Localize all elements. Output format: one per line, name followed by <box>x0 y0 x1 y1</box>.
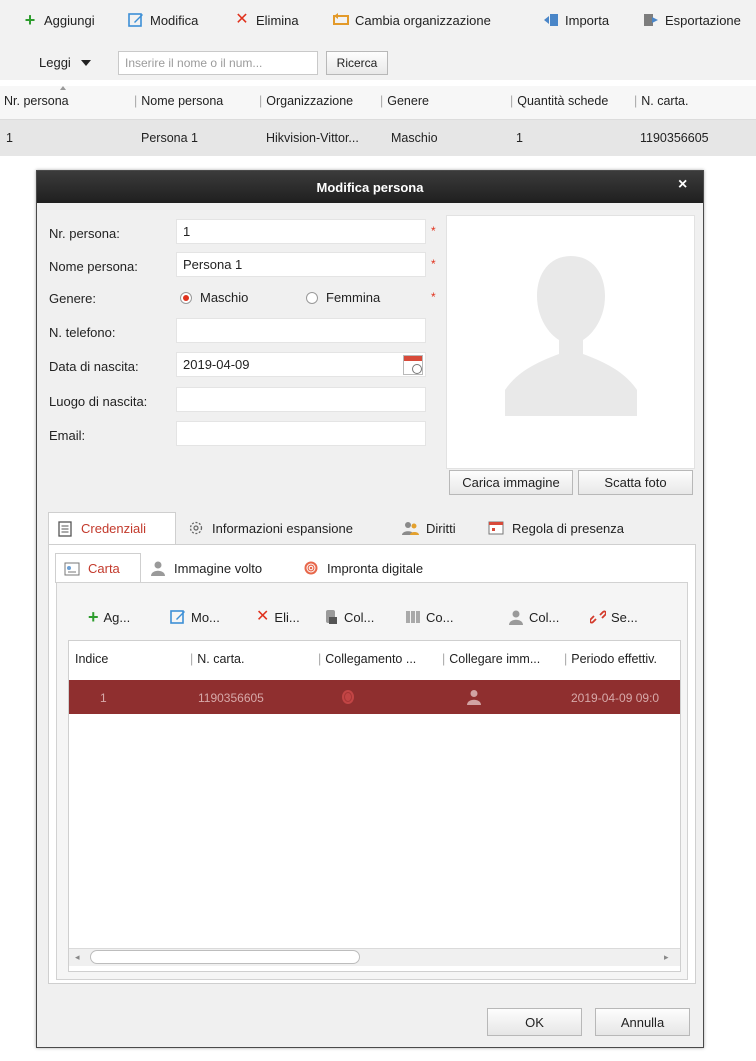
plus-icon: + <box>24 10 36 30</box>
cell-validity-period: 2019-04-09 09:0 <box>571 691 660 705</box>
radio-unselected-icon <box>306 291 318 304</box>
users-icon <box>402 520 419 536</box>
delete-card-button[interactable]: ✕ Eli... <box>256 609 300 625</box>
tab-card[interactable]: Carta <box>55 553 141 583</box>
edit-icon <box>128 12 144 28</box>
tab-credentials[interactable]: Credenziali <box>48 512 176 544</box>
cell-card-count: 1 <box>516 131 523 145</box>
tab-face-image[interactable]: Immagine volto <box>150 553 262 583</box>
calendar-icon[interactable] <box>403 355 423 375</box>
add-button[interactable]: + Aggiungi <box>22 10 95 30</box>
card-icon <box>64 561 80 577</box>
link-broken-icon <box>589 609 607 625</box>
tab-expansion-info[interactable]: Informazioni espansione <box>188 512 353 544</box>
required-mark: * <box>431 257 436 271</box>
person-no-field[interactable]: 1 <box>176 219 426 244</box>
fingerprint-icon <box>341 689 355 708</box>
ok-button[interactable]: OK <box>487 1008 582 1036</box>
person-icon <box>150 560 166 576</box>
column-header-person-name[interactable]: | Nome persona <box>134 94 223 108</box>
phone-label: N. telefono: <box>49 325 116 340</box>
edit-card-button[interactable]: Mo... <box>170 609 220 625</box>
birth-date-label: Data di nascita: <box>49 359 139 374</box>
delete-button[interactable]: ✕ Elimina <box>234 11 298 28</box>
arrow-left-icon[interactable]: ◂ <box>75 952 80 963</box>
close-icon[interactable]: × <box>678 176 687 194</box>
edit-button[interactable]: Modifica <box>128 12 198 28</box>
delete-icon: ✕ <box>235 11 249 28</box>
change-organization-icon <box>333 12 349 28</box>
chevron-down-icon <box>80 59 91 66</box>
column-header-card-count[interactable]: | Quantità schede <box>510 94 608 108</box>
change-organization-button[interactable]: Cambia organizzazione <box>333 12 491 28</box>
card-reader-icon <box>323 609 339 625</box>
plus-icon: + <box>88 607 99 627</box>
person-icon <box>467 689 481 708</box>
edit-icon <box>170 609 186 625</box>
export-button[interactable]: Esportazione <box>643 12 741 28</box>
column-header-index[interactable]: Indice <box>75 652 108 666</box>
link-face-button[interactable]: Col... <box>508 609 559 625</box>
radio-selected-icon <box>180 291 192 304</box>
column-header-card-no[interactable]: | N. carta. <box>634 94 689 108</box>
tab-fingerprint[interactable]: Impronta digitale <box>303 553 423 583</box>
cell-organization: Hikvision-Vittor... <box>266 131 359 145</box>
document-icon <box>57 520 73 537</box>
required-mark: * <box>431 290 436 304</box>
delete-icon: ✕ <box>256 608 270 625</box>
search-input[interactable]: Inserire il nome o il num... <box>118 51 318 75</box>
cell-person-no: 1 <box>6 131 13 145</box>
person-name-field[interactable]: Persona 1 <box>176 252 426 277</box>
sort-up-icon <box>60 86 66 90</box>
column-header-link[interactable]: | Collegamento ... <box>318 652 416 666</box>
required-mark: * <box>431 224 436 238</box>
export-icon <box>643 12 659 28</box>
email-field[interactable] <box>176 421 426 446</box>
column-header-gender[interactable]: | Genere <box>380 94 429 108</box>
gender-male-radio[interactable]: Maschio <box>180 290 248 305</box>
column-header-person-no[interactable]: Nr. persona <box>4 94 69 108</box>
search-button[interactable]: Ricerca <box>326 51 388 75</box>
person-silhouette-icon <box>505 256 637 416</box>
person-icon <box>508 609 524 625</box>
column-header-validity-period[interactable]: | Periodo effettiv. <box>564 652 657 666</box>
birth-place-field[interactable] <box>176 387 426 412</box>
settings-card-button[interactable]: Se... <box>589 609 638 625</box>
gender-female-radio[interactable]: Femmina <box>306 290 380 305</box>
photo-preview <box>446 215 695 469</box>
add-card-button[interactable]: + Ag... <box>88 607 130 627</box>
arrow-right-icon[interactable]: ▸ <box>664 952 669 963</box>
scrollbar-thumb[interactable] <box>90 950 360 964</box>
fingerprint-icon <box>303 560 319 576</box>
cell-gender: Maschio <box>391 131 438 145</box>
birth-place-label: Luogo di nascita: <box>49 394 148 409</box>
tab-attendance-rule[interactable]: Regola di presenza <box>488 512 624 544</box>
phone-field[interactable] <box>176 318 426 343</box>
search-mode-dropdown[interactable]: Leggi <box>39 55 91 70</box>
cell-person-name: Persona 1 <box>141 131 198 145</box>
take-photo-button[interactable]: Scatta foto <box>578 470 693 495</box>
cell-index: 1 <box>100 691 107 705</box>
import-button[interactable]: Importa <box>543 12 609 28</box>
person-name-label: Nome persona: <box>49 259 138 274</box>
column-header-organization[interactable]: | Organizzazione <box>259 94 353 108</box>
gear-icon <box>188 520 204 536</box>
gender-label: Genere: <box>49 291 96 306</box>
import-icon <box>543 12 559 28</box>
barcode-icon <box>405 609 421 625</box>
column-header-card-no[interactable]: | N. carta. <box>190 652 245 666</box>
calendar-icon <box>488 520 504 536</box>
email-label: Email: <box>49 428 86 443</box>
cell-card-no: 1190356605 <box>198 691 264 705</box>
dialog-title: Modifica persona <box>37 171 703 203</box>
birth-date-field[interactable]: 2019-04-09 <box>176 352 426 377</box>
person-no-label: Nr. persona: <box>49 226 120 241</box>
card-code-button[interactable]: Co... <box>405 609 453 625</box>
upload-image-button[interactable]: Carica immagine <box>449 470 573 495</box>
tab-rights[interactable]: Diritti <box>402 512 456 544</box>
cancel-button[interactable]: Annulla <box>595 1008 690 1036</box>
link-card-button[interactable]: Col... <box>323 609 374 625</box>
cell-card-no: 1190356605 <box>640 131 709 145</box>
column-header-link-image[interactable]: | Collegare imm... <box>442 652 540 666</box>
